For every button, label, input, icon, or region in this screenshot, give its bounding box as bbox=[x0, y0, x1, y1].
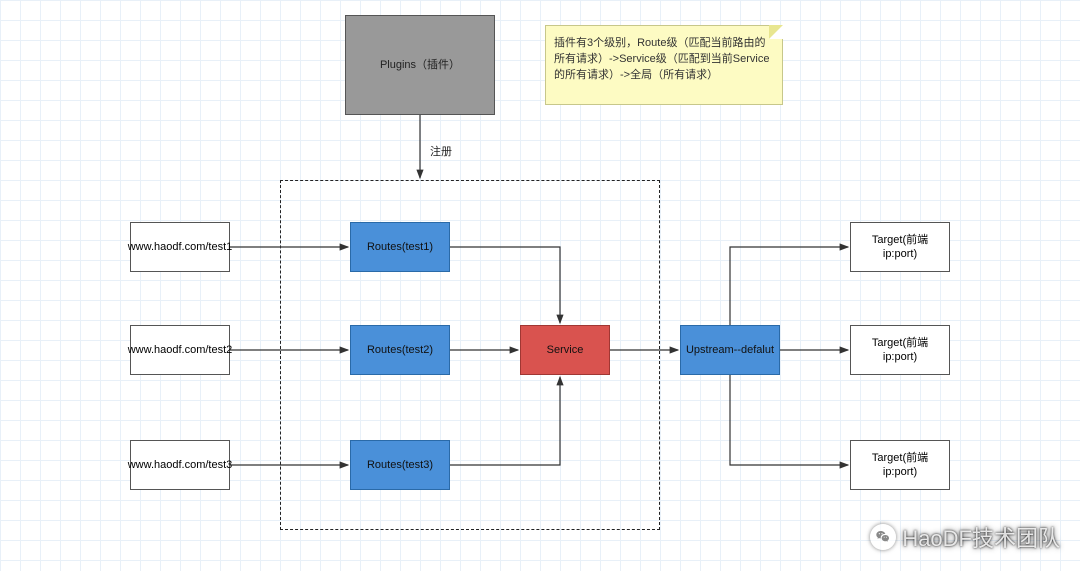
upstream-label: Upstream--defalut bbox=[686, 343, 774, 357]
route-box-3: Routes(test3) bbox=[350, 440, 450, 490]
route-label: Routes(test3) bbox=[367, 458, 433, 472]
route-box-1: Routes(test1) bbox=[350, 222, 450, 272]
url-box-2: www.haodf.com/test2 bbox=[130, 325, 230, 375]
note-text: 插件有3个级别，Route级（匹配当前路由的所有请求）->Service级（匹配… bbox=[554, 37, 769, 81]
url-label: www.haodf.com/test3 bbox=[128, 458, 233, 472]
url-label: www.haodf.com/test2 bbox=[128, 343, 233, 357]
target-label: Target(前端ip:port) bbox=[855, 233, 945, 262]
upstream-box: Upstream--defalut bbox=[680, 325, 780, 375]
target-box-2: Target(前端ip:port) bbox=[850, 325, 950, 375]
route-label: Routes(test1) bbox=[367, 240, 433, 254]
target-label: Target(前端ip:port) bbox=[855, 451, 945, 480]
register-label: 注册 bbox=[430, 143, 452, 159]
url-box-3: www.haodf.com/test3 bbox=[130, 440, 230, 490]
route-label: Routes(test2) bbox=[367, 343, 433, 357]
wechat-icon bbox=[870, 524, 896, 550]
url-label: www.haodf.com/test1 bbox=[128, 240, 233, 254]
target-label: Target(前端ip:port) bbox=[855, 336, 945, 365]
plugins-label: Plugins（插件） bbox=[380, 58, 460, 72]
watermark-text: HaoDF技术团队 bbox=[902, 521, 1060, 553]
plugins-box: Plugins（插件） bbox=[345, 15, 495, 115]
note-fold-icon bbox=[769, 25, 783, 39]
service-box: Service bbox=[520, 325, 610, 375]
service-label: Service bbox=[547, 343, 584, 357]
note-box: 插件有3个级别，Route级（匹配当前路由的所有请求）->Service级（匹配… bbox=[545, 25, 783, 105]
url-box-1: www.haodf.com/test1 bbox=[130, 222, 230, 272]
watermark: HaoDF技术团队 bbox=[870, 521, 1060, 553]
route-box-2: Routes(test2) bbox=[350, 325, 450, 375]
target-box-1: Target(前端ip:port) bbox=[850, 222, 950, 272]
target-box-3: Target(前端ip:port) bbox=[850, 440, 950, 490]
